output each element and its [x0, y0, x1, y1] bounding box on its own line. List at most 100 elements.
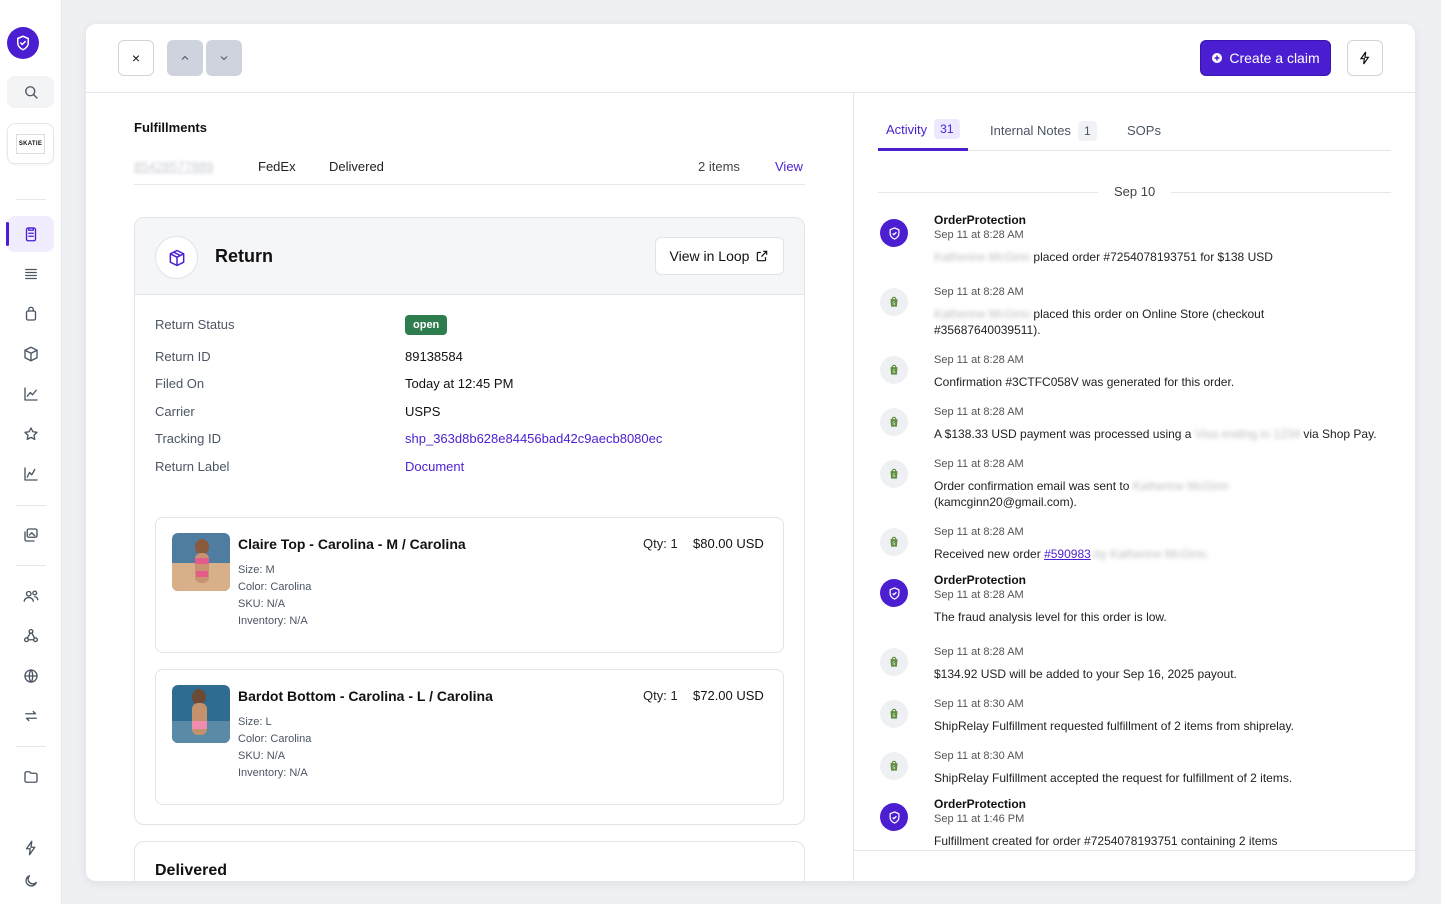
star-icon[interactable] [7, 416, 54, 452]
next-button[interactable] [206, 40, 242, 76]
fulfillment-items-count: 2 items [698, 159, 740, 174]
folder-icon[interactable] [7, 759, 54, 795]
redacted-text: by Katherine McGinn. [1094, 547, 1210, 561]
return-label-document-link[interactable]: Document [405, 459, 464, 474]
view-in-loop-button[interactable]: View in Loop [655, 237, 784, 275]
quick-actions-button[interactable] [1347, 40, 1383, 76]
item-qty: Qty: 1 [643, 688, 678, 703]
moon-icon[interactable] [7, 863, 54, 899]
activity-source: OrderProtection [934, 213, 1027, 227]
left-rail: SKATIE [0, 0, 62, 904]
order-link[interactable]: #590983 [1044, 547, 1091, 561]
fulfillments-heading: Fulfillments [134, 120, 207, 135]
activity-message: Fulfillment created for order #725407819… [934, 834, 1278, 848]
chart-icon[interactable] [7, 376, 54, 412]
webhook-icon[interactable] [7, 618, 54, 654]
svg-text:S: S [893, 369, 896, 375]
svg-text:S: S [893, 301, 896, 307]
return-item-card[interactable]: Bardot Bottom - Carolina - L / Carolina … [155, 669, 784, 805]
date-separator-label: Sep 10 [1098, 184, 1172, 199]
shopify-icon: S [880, 648, 908, 676]
tracking-id-label: Tracking ID [155, 431, 221, 446]
tracking-id-link[interactable]: shp_363d8b628e84456bad42c9aecb8080ec [405, 431, 662, 446]
shopify-icon: S [880, 288, 908, 316]
activity-time: Sep 11 at 8:28 AM [934, 286, 1024, 298]
shopify-icon: S [880, 408, 908, 436]
activity-source: OrderProtection [934, 797, 1027, 811]
tracking-number-link[interactable]: 85428577889 [134, 159, 214, 174]
delivered-card[interactable]: Delivered [134, 841, 805, 881]
tab-internal-notes[interactable]: Internal Notes 1 [990, 110, 1097, 151]
bolt-icon [1359, 51, 1370, 65]
carrier-label: Carrier [155, 404, 195, 419]
activity-time: Sep 11 at 8:30 AM [934, 698, 1024, 710]
carrier-value: USPS [405, 404, 441, 419]
activity-source: OrderProtection [934, 573, 1027, 587]
activity-time: Sep 11 at 8:28 AM [934, 589, 1024, 601]
previous-button[interactable] [167, 40, 203, 76]
activity-message: ShipRelay Fulfillment requested fulfillm… [934, 719, 1294, 733]
svg-text:S: S [893, 713, 896, 719]
item-size: Size: L [238, 716, 272, 728]
return-id-label: Return ID [155, 349, 211, 364]
shield-check-icon[interactable] [7, 27, 39, 59]
activity-message: Received new order #590983 by Katherine … [934, 547, 1210, 561]
status-badge: open [405, 315, 448, 335]
product-thumbnail [172, 685, 230, 743]
shopify-icon: S [880, 752, 908, 780]
trend-icon[interactable] [7, 456, 54, 492]
column-divider [853, 93, 854, 881]
shopify-icon: S [880, 460, 908, 488]
item-sku: SKU: N/A [238, 598, 286, 610]
activity-tabs: Activity 31 Internal Notes 1 SOPs [878, 110, 1391, 151]
activity-time: Sep 11 at 8:28 AM [934, 526, 1024, 538]
svg-text:S: S [893, 661, 896, 667]
activity-time: Sep 11 at 8:28 AM [934, 354, 1024, 366]
item-name: Claire Top - Carolina - M / Carolina [238, 536, 466, 552]
fulfillment-row: 85428577889 FedEx Delivered 2 items View [134, 151, 805, 185]
item-name: Bardot Bottom - Carolina - L / Carolina [238, 688, 493, 704]
list-icon[interactable] [7, 256, 54, 292]
swap-icon[interactable] [7, 698, 54, 734]
tab-internal-notes-count: 1 [1077, 120, 1097, 141]
tab-internal-notes-label: Internal Notes [990, 123, 1071, 138]
date-separator: Sep 10 [878, 184, 1391, 200]
search-icon[interactable] [7, 76, 54, 108]
create-claim-label: Create a claim [1229, 50, 1320, 66]
orderprotection-icon [880, 803, 908, 831]
activity-message: Katherine McGinn placed order #725407819… [934, 250, 1273, 264]
bolt-icon[interactable] [7, 830, 54, 866]
item-price: $80.00 USD [693, 536, 764, 551]
bag-icon[interactable] [7, 296, 54, 332]
clipboard-icon[interactable] [6, 216, 54, 252]
activity-footer-divider [853, 850, 1415, 851]
item-price: $72.00 USD [693, 688, 764, 703]
images-icon[interactable] [7, 517, 54, 553]
activity-message: ShipRelay Fulfillment accepted the reque… [934, 771, 1293, 785]
chevron-down-icon [220, 56, 228, 61]
redacted-text: Katherine McGinn [934, 250, 1031, 264]
globe-icon[interactable] [7, 658, 54, 694]
tab-sops[interactable]: SOPs [1127, 110, 1161, 151]
tab-sops-label: SOPs [1127, 123, 1161, 138]
item-inventory: Inventory: N/A [238, 615, 308, 627]
users-icon[interactable] [7, 578, 54, 614]
orderprotection-icon [880, 219, 908, 247]
return-title: Return [215, 246, 273, 266]
activity-message: The fraud analysis level for this order … [934, 610, 1167, 624]
return-item-card[interactable]: Claire Top - Carolina - M / Carolina Qty… [155, 517, 784, 653]
item-size: Size: M [238, 564, 275, 576]
redacted-text: Katherine McGinn [1132, 479, 1229, 493]
store-switcher[interactable]: SKATIE [7, 123, 54, 164]
svg-text:S: S [893, 473, 896, 479]
fulfillment-view-link[interactable]: View [775, 159, 803, 174]
box-icon[interactable] [7, 336, 54, 372]
activity-time: Sep 11 at 8:28 AM [934, 229, 1024, 241]
svg-text:S: S [893, 765, 896, 771]
tab-activity[interactable]: Activity 31 [878, 110, 968, 151]
return-header: Return View in Loop [135, 218, 804, 295]
return-label-label: Return Label [155, 459, 230, 474]
create-claim-button[interactable]: Create a claim [1200, 40, 1331, 76]
close-button[interactable]: × [118, 40, 154, 76]
divider [16, 565, 46, 566]
